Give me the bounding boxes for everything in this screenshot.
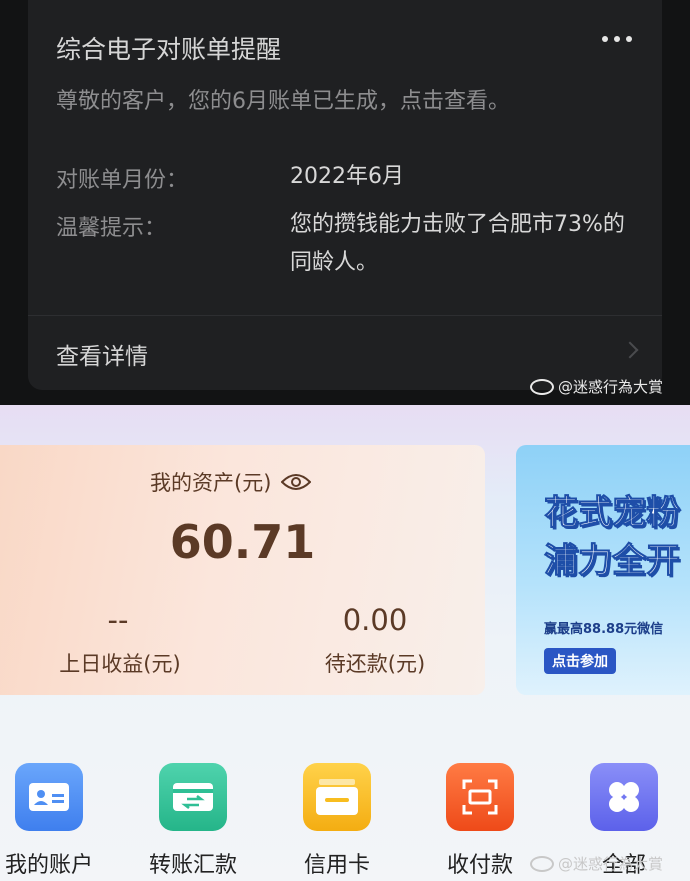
tip-value: 您的攒钱能力击败了合肥市73%的同龄人。: [290, 212, 625, 275]
promo-headline-1: 花式宠粉: [544, 493, 681, 534]
watermark: @迷惑行為大賞: [530, 376, 663, 397]
assets-title: 我的资产(元): [150, 471, 272, 495]
pending-repayment-label: 待还款(元): [324, 652, 426, 676]
app-label: 信用卡: [303, 853, 370, 878]
promo-banner[interactable]: 花式宠粉 浦力全开 赢最高88.88元微信 点击参加: [516, 445, 690, 695]
eye-icon[interactable]: [281, 472, 312, 492]
chevron-right-icon: [621, 341, 639, 359]
watermark-text: @迷惑行為大賞: [558, 855, 664, 873]
notification-subtitle: 尊敬的客户，您的6月账单已生成，点击查看。: [56, 89, 510, 114]
tip-label: 温馨提示：: [56, 216, 167, 241]
app-payments[interactable]: 收付款: [425, 763, 535, 879]
banking-home: 我的资产(元) 60.71 -- 上日收益(元) 0.00 待还款(元) 花式宠…: [0, 405, 690, 881]
wallet-icon: [303, 763, 371, 831]
id-card-icon: [15, 763, 83, 831]
pending-repayment-value: 0.00: [342, 603, 408, 637]
statement-month-value: 2022年6月: [290, 164, 404, 189]
view-details-link[interactable]: 查看详情: [56, 337, 148, 371]
weibo-logo-icon: [530, 378, 554, 395]
total-assets-value: 60.71: [169, 515, 316, 569]
notification-title: 综合电子对账单提醒: [56, 35, 282, 64]
watermark-text: @迷惑行為大賞: [558, 378, 664, 396]
promo-join-button[interactable]: 点击参加: [544, 648, 616, 674]
yesterday-earnings-label: 上日收益(元): [59, 652, 181, 676]
grid-icon: [590, 763, 658, 831]
app-my-account[interactable]: 我的账户: [0, 763, 104, 879]
promo-subline: 赢最高88.88元微信: [544, 622, 664, 637]
more-options-icon[interactable]: [602, 36, 632, 42]
watermark-bottom: @迷惑行為大賞: [530, 853, 663, 874]
statement-notification-card[interactable]: 综合电子对账单提醒 尊敬的客户，您的6月账单已生成，点击查看。 对账单月份： 2…: [28, 0, 662, 390]
transfer-icon: [159, 763, 227, 831]
divider: [28, 315, 662, 316]
app-credit-card[interactable]: 信用卡: [282, 763, 392, 879]
app-label: 我的账户: [4, 853, 93, 878]
app-label: 收付款: [446, 853, 513, 878]
yesterday-earnings-value: --: [107, 603, 129, 637]
statement-month-label: 对账单月份：: [56, 168, 189, 193]
notification-area: 综合电子对账单提醒 尊敬的客户，您的6月账单已生成，点击查看。 对账单月份： 2…: [0, 0, 690, 405]
weibo-logo-icon: [530, 855, 554, 872]
scan-icon: [446, 763, 514, 831]
my-assets-card[interactable]: 我的资产(元) 60.71 -- 上日收益(元) 0.00 待还款(元): [0, 445, 485, 695]
assets-title-row: 我的资产(元): [150, 467, 312, 497]
promo-headline-2: 浦力全开: [544, 541, 681, 582]
app-label: 转账汇款: [148, 853, 237, 878]
app-transfer[interactable]: 转账汇款: [138, 763, 248, 879]
